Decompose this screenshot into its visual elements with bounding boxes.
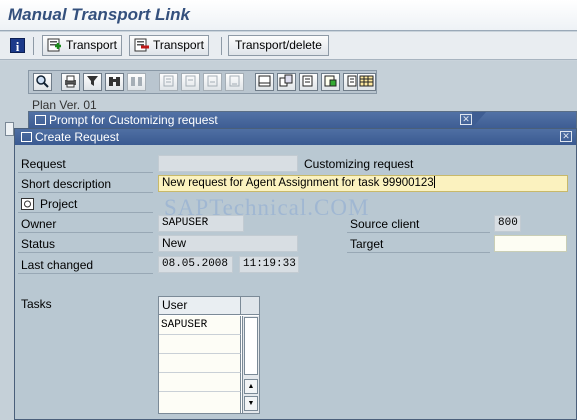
column-settings-header[interactable] bbox=[241, 297, 259, 315]
print-icon[interactable] bbox=[61, 73, 80, 91]
transport-add-icon bbox=[47, 38, 62, 52]
find-icon[interactable] bbox=[105, 73, 124, 91]
short-description-input[interactable]: New request for Agent Assignment for tas… bbox=[158, 175, 568, 192]
background-toolbar bbox=[28, 70, 377, 94]
last-page-icon[interactable] bbox=[225, 73, 244, 91]
last-changed-label: Last changed bbox=[18, 257, 153, 274]
close-icon[interactable]: ✕ bbox=[460, 114, 472, 125]
project-field[interactable]: Project bbox=[18, 196, 153, 213]
search-icon[interactable] bbox=[33, 73, 52, 91]
details-icon[interactable] bbox=[255, 73, 274, 91]
window-icon bbox=[35, 115, 46, 125]
table-row[interactable] bbox=[159, 354, 241, 373]
target-input[interactable] bbox=[494, 235, 567, 252]
next-page-icon[interactable] bbox=[203, 73, 222, 91]
last-changed-time: 11:19:33 bbox=[239, 256, 299, 273]
table-row[interactable] bbox=[159, 373, 241, 392]
filter-icon[interactable] bbox=[83, 73, 102, 91]
last-changed-date: 08.05.2008 bbox=[158, 256, 233, 273]
plan-version-label: Plan Ver. 01 bbox=[32, 98, 97, 112]
create-request-titlebar: Create Request ✕ bbox=[15, 129, 576, 145]
create-request-title: Create Request bbox=[35, 130, 120, 144]
find-next-icon[interactable] bbox=[127, 73, 146, 91]
project-label: Project bbox=[40, 197, 78, 211]
user-column-header[interactable]: User bbox=[159, 297, 241, 315]
status-label: Status bbox=[18, 236, 153, 253]
source-client-label: Source client bbox=[347, 216, 490, 233]
owner-label: Owner bbox=[18, 216, 153, 233]
project-icon bbox=[21, 198, 34, 210]
window-icon bbox=[21, 132, 32, 142]
scroll-up-icon[interactable]: ▲ bbox=[244, 379, 258, 394]
target-label: Target bbox=[347, 236, 490, 253]
table-icon[interactable] bbox=[357, 73, 376, 91]
window-title: Manual Transport Link bbox=[8, 5, 190, 24]
transport-remove-button[interactable]: Transport bbox=[129, 35, 209, 56]
first-page-icon[interactable] bbox=[159, 73, 178, 91]
owner-field: SAPUSER bbox=[158, 215, 244, 232]
transport-delete-button[interactable]: Transport/delete bbox=[228, 35, 329, 56]
request-type-label: Customizing request bbox=[304, 157, 414, 171]
toolbar-separator bbox=[33, 37, 34, 55]
tasks-label: Tasks bbox=[21, 297, 52, 311]
scrollbar-thumb[interactable] bbox=[244, 317, 258, 375]
status-field: New bbox=[158, 235, 298, 252]
table-row[interactable]: SAPUSER bbox=[159, 316, 241, 335]
sum-icon[interactable] bbox=[321, 73, 340, 91]
export-icon[interactable] bbox=[299, 73, 318, 91]
application-toolbar: i Transport Transport Transport/delete bbox=[0, 32, 577, 60]
short-description-value: New request for Agent Assignment for tas… bbox=[162, 177, 434, 189]
tasks-table: User SAPUSER ▲ ▼ bbox=[158, 296, 260, 414]
background-panel-edge bbox=[5, 122, 14, 136]
info-icon[interactable]: i bbox=[10, 38, 25, 54]
table-row[interactable] bbox=[159, 335, 241, 354]
request-label: Request bbox=[18, 156, 153, 173]
transport-include-label: Transport bbox=[66, 38, 117, 52]
prompt-dialog-title: Prompt for Customizing request bbox=[49, 113, 218, 127]
transport-delete-label: Transport/delete bbox=[235, 38, 322, 52]
copy-icon[interactable] bbox=[277, 73, 296, 91]
toolbar-separator bbox=[221, 37, 222, 55]
prompt-dialog-titlebar: Prompt for Customizing request ✕ bbox=[29, 112, 576, 128]
prev-page-icon[interactable] bbox=[181, 73, 200, 91]
table-row[interactable] bbox=[159, 392, 241, 413]
title-bar: Manual Transport Link bbox=[0, 0, 577, 31]
short-description-label: Short description bbox=[18, 176, 153, 193]
transport-remove-icon bbox=[134, 38, 149, 52]
transport-include-button[interactable]: Transport bbox=[42, 35, 122, 56]
transport-remove-label: Transport bbox=[153, 38, 204, 52]
vertical-scrollbar[interactable]: ▲ ▼ bbox=[242, 316, 259, 413]
source-client-field: 800 bbox=[494, 215, 521, 232]
scroll-down-icon[interactable]: ▼ bbox=[244, 396, 258, 411]
close-icon[interactable]: ✕ bbox=[560, 131, 572, 142]
request-number-field bbox=[158, 155, 298, 172]
